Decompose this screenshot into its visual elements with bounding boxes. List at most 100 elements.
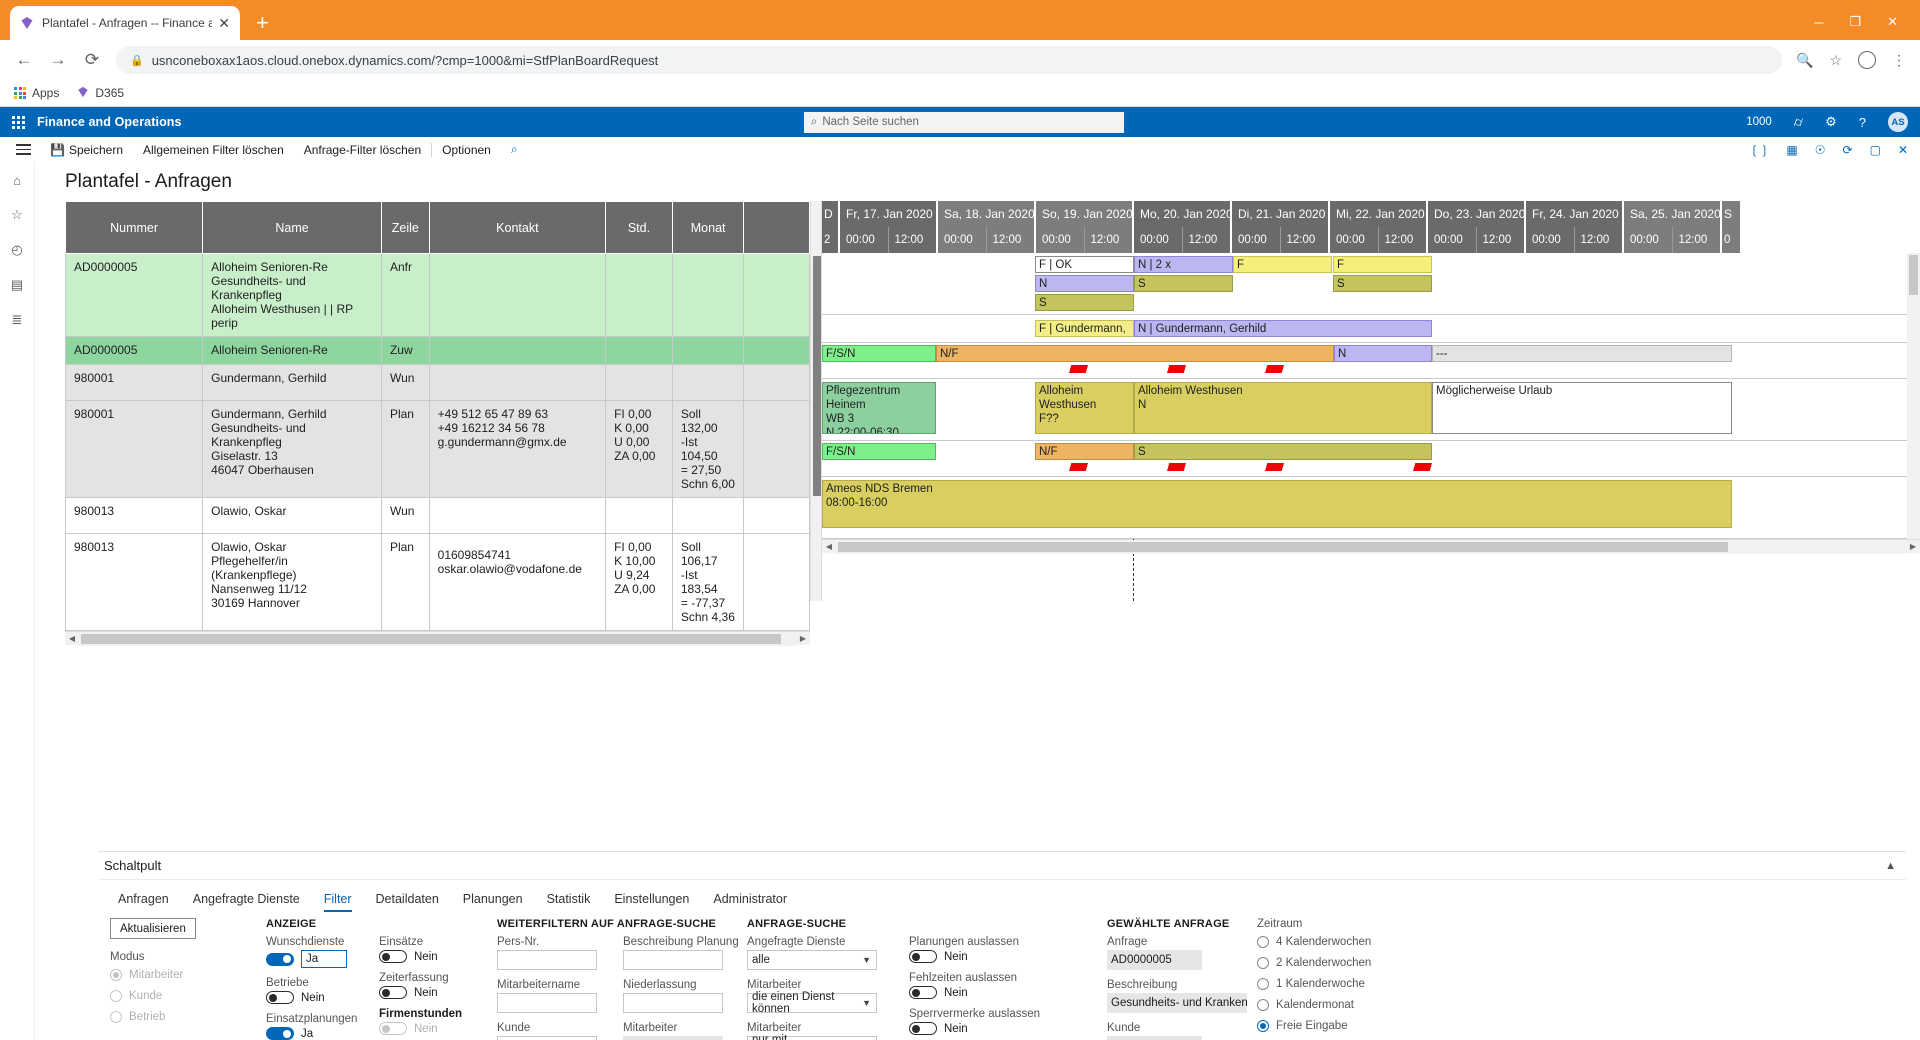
popout-icon[interactable]: ▢ bbox=[1870, 143, 1881, 157]
scroll-right-icon[interactable]: ▶ bbox=[796, 634, 810, 643]
bookmark-d365[interactable]: D365 bbox=[77, 86, 124, 101]
timeline-bar[interactable]: Pflegezentrum Heinem WB 3 N 22:00-06:30 bbox=[822, 382, 936, 434]
grid-splitter-scrollbar[interactable] bbox=[810, 201, 822, 601]
refresh-icon[interactable]: ⟳ bbox=[1843, 143, 1853, 157]
timeline-bar[interactable]: F bbox=[1233, 256, 1332, 273]
tab-statistik[interactable]: Statistik bbox=[535, 888, 603, 912]
timeline-bar[interactable]: N | 2 x bbox=[1134, 256, 1233, 273]
bookmark-apps[interactable]: Apps bbox=[14, 86, 59, 100]
tab-administrator[interactable]: Administrator bbox=[701, 888, 799, 912]
workspace-icon[interactable]: ▤ bbox=[11, 277, 23, 293]
clear-general-filter-button[interactable]: Allgemeinen Filter löschen bbox=[133, 137, 294, 163]
radio-modus-kunde[interactable]: Kunde bbox=[110, 990, 262, 1002]
timeline-bar[interactable]: --- bbox=[1432, 345, 1732, 362]
timeline-day-2[interactable]: So, 19. Jan 2020 00:00 12:00 bbox=[1036, 201, 1134, 253]
link-icon[interactable]: ❲❳ bbox=[1749, 143, 1769, 157]
help-icon[interactable]: ? bbox=[1859, 115, 1866, 130]
mitarbeiter-wunschdienst-select[interactable]: nur mit Wunschdienst ▼ bbox=[747, 1034, 877, 1040]
timeline-day-0[interactable]: Fr, 17. Jan 2020 00:00 12:00 bbox=[840, 201, 938, 253]
timeline-bar[interactable]: S bbox=[1134, 275, 1233, 292]
table-row[interactable]: AD0000005 Alloheim Senioren-Re Gesundhei… bbox=[64, 253, 810, 337]
close-window-icon[interactable]: ✕ bbox=[1887, 14, 1898, 30]
toggle-switch[interactable] bbox=[909, 1022, 937, 1035]
minimize-icon[interactable]: ─ bbox=[1814, 15, 1823, 30]
scroll-thumb-up-icon[interactable] bbox=[1909, 255, 1918, 295]
table-row[interactable]: 980013 Olawio, Oskar Pflegehelfer/in (Kr… bbox=[64, 533, 810, 631]
user-avatar[interactable]: AS bbox=[1888, 112, 1908, 132]
timeline-bar[interactable]: F/S/N bbox=[822, 345, 936, 362]
timeline-bar[interactable]: F | OK bbox=[1035, 256, 1134, 273]
clear-request-filter-button[interactable]: Anfrage-Filter löschen bbox=[294, 137, 431, 163]
aktualisieren-button[interactable]: Aktualisieren bbox=[110, 918, 196, 939]
timeline-bar[interactable]: F/S/N bbox=[822, 443, 936, 460]
col-header-kontakt[interactable]: Kontakt bbox=[428, 201, 607, 254]
timeline-lane-plan-gundermann[interactable]: Pflegezentrum Heinem WB 3 N 22:00-06:30 … bbox=[822, 379, 1920, 441]
forward-icon[interactable]: → bbox=[48, 50, 68, 70]
mitarbeiter-dienst-select[interactable]: die einen Dienst können ▼ bbox=[747, 991, 877, 1015]
timeline-bar[interactable]: F bbox=[1333, 256, 1432, 273]
col-header-monat[interactable]: Monat bbox=[671, 201, 745, 254]
timeline-day-3[interactable]: Mo, 20. Jan 2020 00:00 12:00 bbox=[1134, 201, 1232, 253]
address-bar[interactable]: 🔒 usnconeboxax1aos.cloud.onebox.dynamics… bbox=[116, 46, 1782, 74]
col-header-nummer[interactable]: Nummer bbox=[64, 201, 204, 254]
grid-hscrollbar[interactable]: ◀ ▶ bbox=[65, 631, 810, 646]
splitter-thumb[interactable] bbox=[813, 256, 821, 496]
timeline-bar[interactable]: S bbox=[1134, 443, 1432, 460]
clock-icon[interactable]: ◴ bbox=[11, 242, 22, 258]
toggle-switch[interactable] bbox=[909, 950, 937, 963]
scroll-track[interactable] bbox=[836, 539, 1906, 554]
maximize-icon[interactable]: ❐ bbox=[1849, 14, 1861, 30]
table-row[interactable]: 980001 Gundermann, Gerhild Gesundheits- … bbox=[64, 400, 810, 498]
col-header-name[interactable]: Name bbox=[202, 201, 382, 254]
search-icon[interactable]: ⌕ bbox=[501, 137, 528, 163]
radio-freie-eingabe[interactable]: Freie Eingabe bbox=[1257, 1020, 1423, 1032]
browser-tab[interactable]: Plantafel - Anfragen -- Finance a ✕ bbox=[10, 6, 240, 40]
tab-einstellungen[interactable]: Einstellungen bbox=[602, 888, 701, 912]
zoom-icon[interactable]: 🔍 bbox=[1796, 52, 1813, 69]
radio-modus-betrieb[interactable]: Betrieb bbox=[110, 1011, 262, 1023]
tab-angefragte-dienste[interactable]: Angefragte Dienste bbox=[181, 888, 312, 912]
radio-1-kalenderwoche[interactable]: 1 Kalenderwoche bbox=[1257, 978, 1423, 990]
toggle-switch[interactable] bbox=[266, 991, 294, 1004]
mitarbeitername-input[interactable] bbox=[497, 993, 597, 1013]
profile-avatar-icon[interactable] bbox=[1858, 51, 1876, 69]
timeline-bar[interactable]: Ameos NDS Bremen 08:00-16:00 bbox=[822, 480, 1732, 528]
timeline-bar[interactable]: N/F bbox=[936, 345, 1334, 362]
beschreibung-planung-input[interactable] bbox=[623, 950, 723, 970]
timeline-lane-anfr[interactable]: F | OK N | 2 x F F N S S S bbox=[822, 253, 1920, 315]
col-header-zeile[interactable]: Zeile bbox=[380, 201, 430, 254]
tab-anfragen[interactable]: Anfragen bbox=[106, 888, 181, 912]
toggle-switch[interactable] bbox=[909, 986, 937, 999]
radio-kalendermonat[interactable]: Kalendermonat bbox=[1257, 999, 1423, 1011]
list-icon[interactable]: ≣ bbox=[12, 312, 23, 328]
timeline-lane-zuw[interactable]: F | Gundermann, Gerh N | Gundermann, Ger… bbox=[822, 315, 1920, 343]
settings-gear-icon[interactable]: ⚙ bbox=[1825, 114, 1837, 130]
timeline-day-5[interactable]: Mi, 22. Jan 2020 00:00 12:00 bbox=[1330, 201, 1428, 253]
options-button[interactable]: Optionen bbox=[432, 137, 501, 163]
timeline-bar[interactable]: S bbox=[1035, 294, 1134, 311]
niederlassung-input[interactable] bbox=[623, 993, 723, 1013]
timeline-day-1[interactable]: Sa, 18. Jan 2020 00:00 12:00 bbox=[938, 201, 1036, 253]
table-row[interactable]: 980001 Gundermann, Gerhild Wun bbox=[64, 364, 810, 401]
global-search[interactable]: ⌕ Nach Seite suchen bbox=[803, 111, 1124, 133]
close-tab-icon[interactable]: ✕ bbox=[218, 16, 230, 30]
timeline-bar[interactable]: F | Gundermann, Gerh bbox=[1035, 320, 1134, 337]
tab-planungen[interactable]: Planungen bbox=[451, 888, 535, 912]
angefragte-dienste-select[interactable]: alle ▼ bbox=[747, 950, 877, 970]
toggle-switch[interactable] bbox=[266, 1027, 294, 1040]
toggle-switch[interactable] bbox=[266, 952, 294, 966]
toggle-value[interactable]: Ja bbox=[301, 950, 347, 968]
timeline-bar[interactable]: Alloheim Westhusen N bbox=[1134, 382, 1432, 434]
timeline-lane-wun-olawio[interactable]: F/S/N N/F S bbox=[822, 441, 1920, 477]
schaltpult-header[interactable]: Schaltpult ▲ bbox=[98, 852, 1906, 880]
scroll-thumb[interactable] bbox=[81, 633, 781, 644]
timeline-lane-plan-olawio[interactable]: Ameos NDS Bremen 08:00-16:00 bbox=[822, 477, 1920, 539]
waffle-menu-icon[interactable] bbox=[12, 115, 25, 129]
kunde-input[interactable] bbox=[497, 1036, 597, 1040]
attachment-icon[interactable]: ☉ bbox=[1815, 143, 1826, 157]
timeline-bar[interactable]: S bbox=[1333, 275, 1432, 292]
scroll-left-icon[interactable]: ◀ bbox=[822, 542, 836, 551]
radio-modus-mitarbeiter[interactable]: Mitarbeiter bbox=[110, 969, 262, 981]
timeline-day-6[interactable]: Do, 23. Jan 2020 00:00 12:00 bbox=[1428, 201, 1526, 253]
back-icon[interactable]: ← bbox=[14, 50, 34, 70]
